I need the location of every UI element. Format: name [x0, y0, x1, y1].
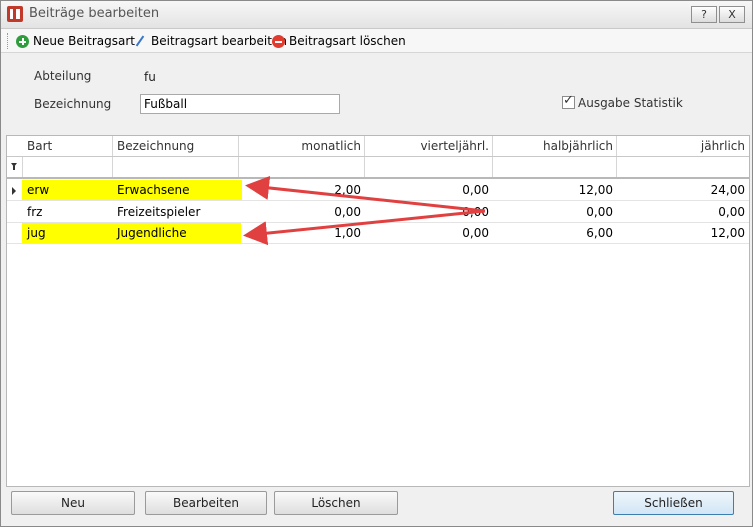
cell-vierteljaehrl: 0,00 — [462, 205, 489, 219]
edit-type-button[interactable]: Beitragsart bearbeiten — [134, 33, 287, 49]
statistik-checkbox[interactable] — [562, 93, 575, 109]
plus-icon — [16, 34, 29, 48]
cell-monatlich: 0,00 — [334, 205, 361, 219]
contribution-grid: Bart Bezeichnung monatlich vierteljährl.… — [6, 135, 750, 487]
cell-bart: frz — [27, 205, 43, 219]
cell-jaehrlich: 24,00 — [710, 183, 745, 197]
bearbeiten-button[interactable]: Bearbeiten — [145, 491, 267, 515]
cell-bezeichnung: Erwachsene — [117, 183, 190, 197]
filter-icon[interactable] — [11, 163, 17, 170]
schliessen-button[interactable]: Schließen — [613, 491, 734, 515]
pencil-icon — [134, 35, 147, 48]
cell-jaehrlich: 0,00 — [718, 205, 745, 219]
delete-type-label: Beitragsart löschen — [289, 34, 406, 48]
cell-bezeichnung: Jugendliche — [117, 226, 187, 240]
cell-bart: jug — [27, 226, 46, 240]
bezeichnung-input[interactable]: Fußball — [140, 94, 340, 114]
new-type-button[interactable]: Neue Beitragsart — [16, 33, 135, 49]
statistik-label: Ausgabe Statistik — [578, 96, 683, 110]
window-title: Beiträge bearbeiten — [29, 6, 160, 21]
col-halbjaehrlich[interactable]: halbjährlich — [497, 139, 613, 153]
abteilung-label: Abteilung — [34, 69, 92, 83]
col-monatlich[interactable]: monatlich — [243, 139, 361, 153]
neu-button[interactable]: Neu — [11, 491, 135, 515]
loeschen-button[interactable]: Löschen — [274, 491, 398, 515]
table-row[interactable]: erw Erwachsene 2,00 0,00 12,00 24,00 — [7, 180, 749, 201]
minus-icon — [272, 34, 285, 48]
cell-jaehrlich: 12,00 — [710, 226, 745, 240]
cell-halbjaehrlich: 0,00 — [586, 205, 613, 219]
cell-vierteljaehrl: 0,00 — [462, 183, 489, 197]
table-row[interactable]: jug Jugendliche 1,00 0,00 6,00 12,00 — [7, 223, 749, 244]
table-row[interactable]: frz Freizeitspieler 0,00 0,00 0,00 0,00 — [7, 202, 749, 223]
delete-type-button[interactable]: Beitragsart löschen — [272, 33, 406, 49]
filter-row[interactable] — [7, 157, 749, 179]
col-vierteljaehrl[interactable]: vierteljährl. — [369, 139, 489, 153]
cell-bezeichnung: Freizeitspieler — [117, 205, 201, 219]
current-row-indicator-icon — [12, 187, 16, 195]
grid-header: Bart Bezeichnung monatlich vierteljährl.… — [7, 136, 749, 157]
title-bar: Beiträge bearbeiten ? X — [1, 1, 752, 29]
cell-halbjaehrlich: 12,00 — [578, 183, 613, 197]
cell-vierteljaehrl: 0,00 — [462, 226, 489, 240]
toolbar: Neue Beitragsart Beitragsart bearbeiten … — [1, 29, 752, 53]
col-bezeichnung[interactable]: Bezeichnung — [117, 139, 194, 153]
new-type-label: Neue Beitragsart — [33, 34, 135, 48]
col-bart[interactable]: Bart — [27, 139, 52, 153]
cell-monatlich: 1,00 — [334, 226, 361, 240]
close-button[interactable]: X — [719, 6, 745, 23]
cell-monatlich: 2,00 — [334, 183, 361, 197]
bezeichnung-label: Bezeichnung — [34, 97, 112, 111]
col-jaehrlich[interactable]: jährlich — [621, 139, 745, 153]
cell-bart: erw — [27, 183, 50, 197]
help-button[interactable]: ? — [691, 6, 717, 23]
toolbar-grip[interactable] — [7, 33, 10, 49]
app-logo-icon — [7, 6, 23, 22]
cell-halbjaehrlich: 6,00 — [586, 226, 613, 240]
edit-type-label: Beitragsart bearbeiten — [151, 34, 287, 48]
dialog-window: Beiträge bearbeiten ? X Neue Beitragsart… — [0, 0, 753, 527]
abteilung-value: fu — [144, 70, 156, 84]
